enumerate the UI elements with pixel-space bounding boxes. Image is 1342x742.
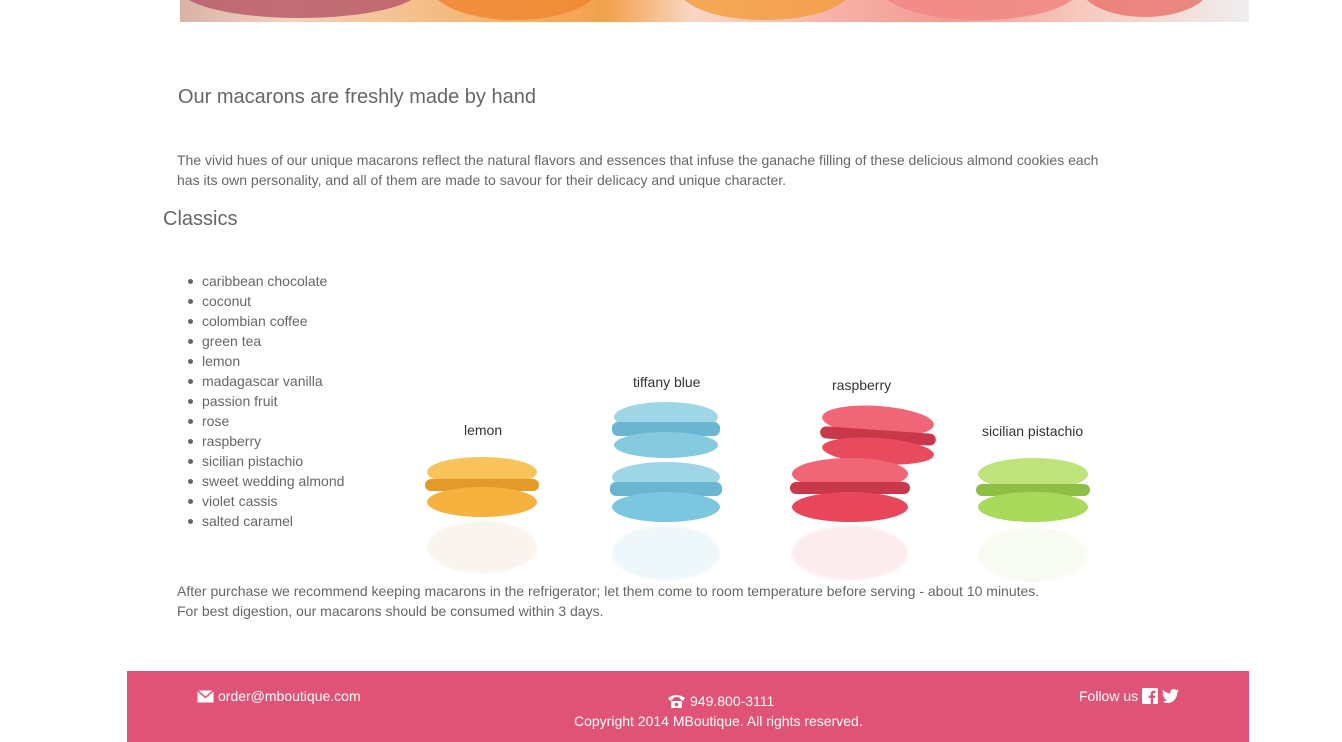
list-item: raspberry xyxy=(187,431,344,451)
list-item: green tea xyxy=(187,331,344,351)
telephone-icon xyxy=(667,694,686,708)
tiffany-blue-macaron-image xyxy=(608,402,724,582)
flavor-list: caribbean chocolate coconut colombian co… xyxy=(187,271,345,531)
list-item: lemon xyxy=(187,351,344,371)
phone-text: 949.800-3111 xyxy=(690,693,775,709)
list-item: colombian coffee xyxy=(187,311,344,331)
raspberry-macaron-image xyxy=(790,402,940,584)
lemon-label: lemon xyxy=(464,422,503,438)
twitter-icon[interactable] xyxy=(1162,689,1180,703)
facebook-icon[interactable] xyxy=(1142,688,1159,704)
social-links: Follow us xyxy=(1079,688,1180,704)
list-item: coconut xyxy=(187,291,344,311)
raspberry-label: raspberry xyxy=(832,377,892,393)
email-link[interactable]: order@mboutique.com xyxy=(197,688,361,704)
list-item: rose xyxy=(187,411,344,431)
list-item: sicilian pistachio xyxy=(187,451,344,471)
page-headline: Our macarons are freshly made by hand xyxy=(178,86,536,108)
phone-number: 949.800-3111 xyxy=(667,693,774,709)
hero-banner-image xyxy=(180,0,1249,22)
copyright-text: Copyright 2014 MBoutique. All rights res… xyxy=(574,713,863,729)
list-item: caribbean chocolate xyxy=(187,271,344,291)
list-item: passion fruit xyxy=(187,391,344,411)
storage-line-2: For best digestion, our macarons should … xyxy=(177,603,604,619)
tiffany-blue-label: tiffany blue xyxy=(633,374,701,390)
intro-paragraph: The vivid hues of our unique macarons re… xyxy=(177,152,1099,188)
classics-heading: Classics xyxy=(163,208,238,230)
list-item: sweet wedding almond xyxy=(187,473,345,489)
follow-us-label: Follow us xyxy=(1079,688,1139,704)
storage-line-1: After purchase we recommend keeping maca… xyxy=(177,583,1040,599)
sicilian-pistachio-label: sicilian pistachio xyxy=(982,423,1084,439)
footer: order@mboutique.com 949.800-3111 Copyrig… xyxy=(127,671,1249,742)
storage-instructions: After purchase we recommend keeping maca… xyxy=(177,581,1039,621)
list-item: madagascar vanilla xyxy=(187,371,344,391)
lemon-macaron-image xyxy=(423,455,541,575)
envelope-icon xyxy=(197,689,214,703)
list-item: salted caramel xyxy=(187,511,344,531)
sicilian-pistachio-macaron-image xyxy=(974,456,1092,586)
email-address: order@mboutique.com xyxy=(218,688,361,704)
list-item: violet cassis xyxy=(187,491,344,511)
page: Our macarons are freshly made by hand Th… xyxy=(0,0,1342,742)
